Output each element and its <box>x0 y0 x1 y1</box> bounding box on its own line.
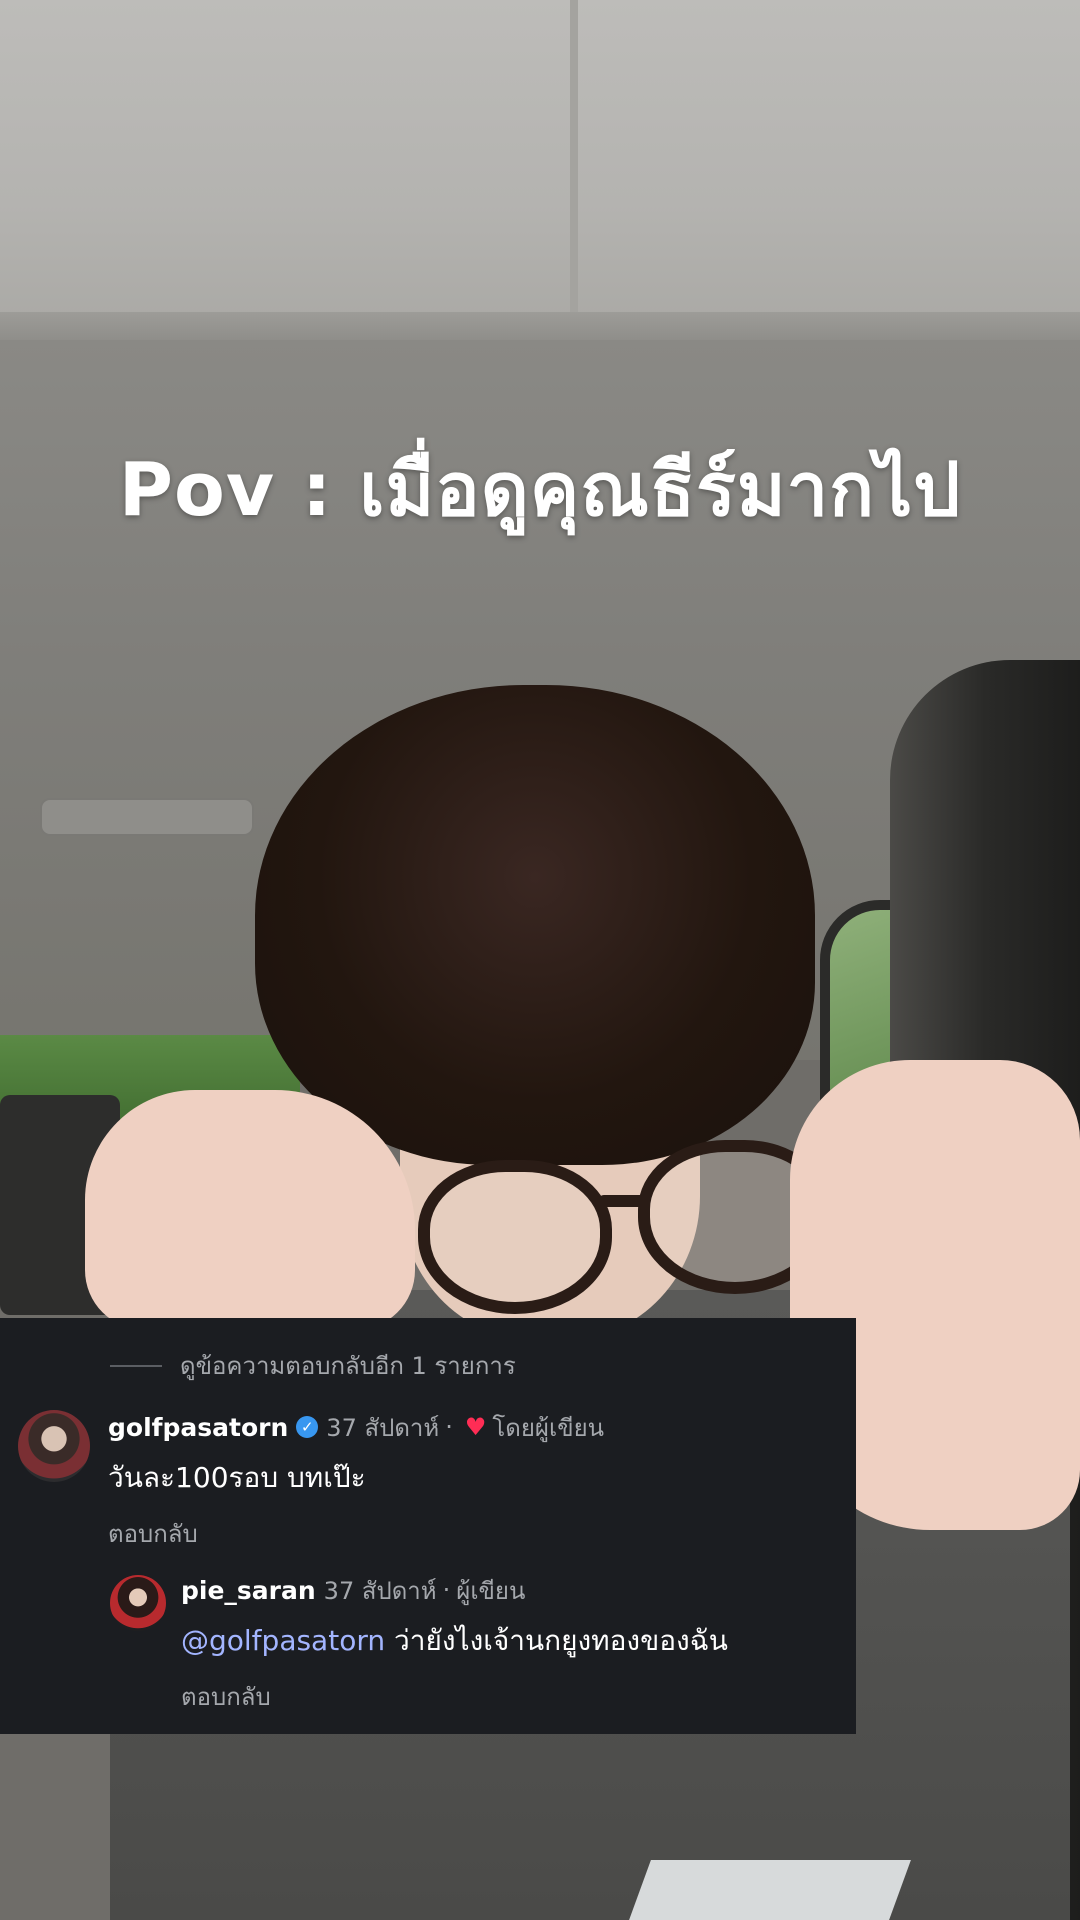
comment-body: pie_saran 37 สัปดาห์ · ผู้เขียน @golfpas… <box>181 1573 728 1716</box>
comment-meta: pie_saran 37 สัปดาห์ · ผู้เขียน <box>181 1573 728 1607</box>
reply-button[interactable]: ตอบกลับ <box>108 1514 604 1553</box>
dome-light <box>40 798 254 836</box>
roof-panel-seam <box>570 0 578 330</box>
comment-time: 37 สัปดาห์ <box>326 1413 440 1442</box>
liked-by-author-label: โดยผู้เขียน <box>492 1413 605 1442</box>
comment-text: วันละ100รอบ บทเป๊ะ <box>108 1461 366 1494</box>
comment-username[interactable]: pie_saran <box>181 1576 316 1605</box>
view-more-replies-button[interactable]: ดูข้อความตอบกลับอีก 1 รายการ <box>110 1346 516 1385</box>
view-more-divider <box>110 1364 162 1367</box>
paper-item <box>629 1860 911 1920</box>
author-label: ผู้เขียน <box>456 1576 526 1605</box>
reply-button[interactable]: ตอบกลับ <box>181 1677 728 1716</box>
comment-text: ว่ายังไงเจ้านกยูงทองของฉัน <box>385 1624 728 1657</box>
person-hand-left <box>85 1090 415 1330</box>
person-hair <box>255 685 815 1165</box>
roof-seam <box>0 312 1080 342</box>
video-caption: Pov : เมื่อดูคุณธีร์มากไป <box>118 447 962 533</box>
separator-dot: · <box>442 1576 451 1604</box>
comment-text-line: @golfpasatorn ว่ายังไงเจ้านกยูงทองของฉัน <box>181 1619 728 1663</box>
glasses-lens-left <box>418 1160 612 1314</box>
comment-username[interactable]: golfpasatorn <box>108 1413 288 1442</box>
comment-body: golfpasatorn ✓ 37 สัปดาห์ · ♥ โดยผู้เขีย… <box>108 1410 604 1553</box>
verified-badge-icon: ✓ <box>296 1416 319 1438</box>
comment-time: 37 สัปดาห์ <box>323 1576 437 1605</box>
avatar[interactable] <box>18 1410 90 1482</box>
comment-thread-panel: ดูข้อความตอบกลับอีก 1 รายการ golfpasator… <box>0 1318 856 1734</box>
car-roof <box>0 0 1080 340</box>
comment-mention[interactable]: @golfpasatorn <box>181 1624 385 1657</box>
heart-icon: ♥ <box>464 1413 487 1441</box>
view-more-label: ดูข้อความตอบกลับอีก 1 รายการ <box>180 1352 516 1380</box>
separator-dot: · <box>445 1413 453 1441</box>
avatar[interactable] <box>110 1575 166 1631</box>
comment-meta: golfpasatorn ✓ 37 สัปดาห์ · ♥ โดยผู้เขีย… <box>108 1410 604 1444</box>
